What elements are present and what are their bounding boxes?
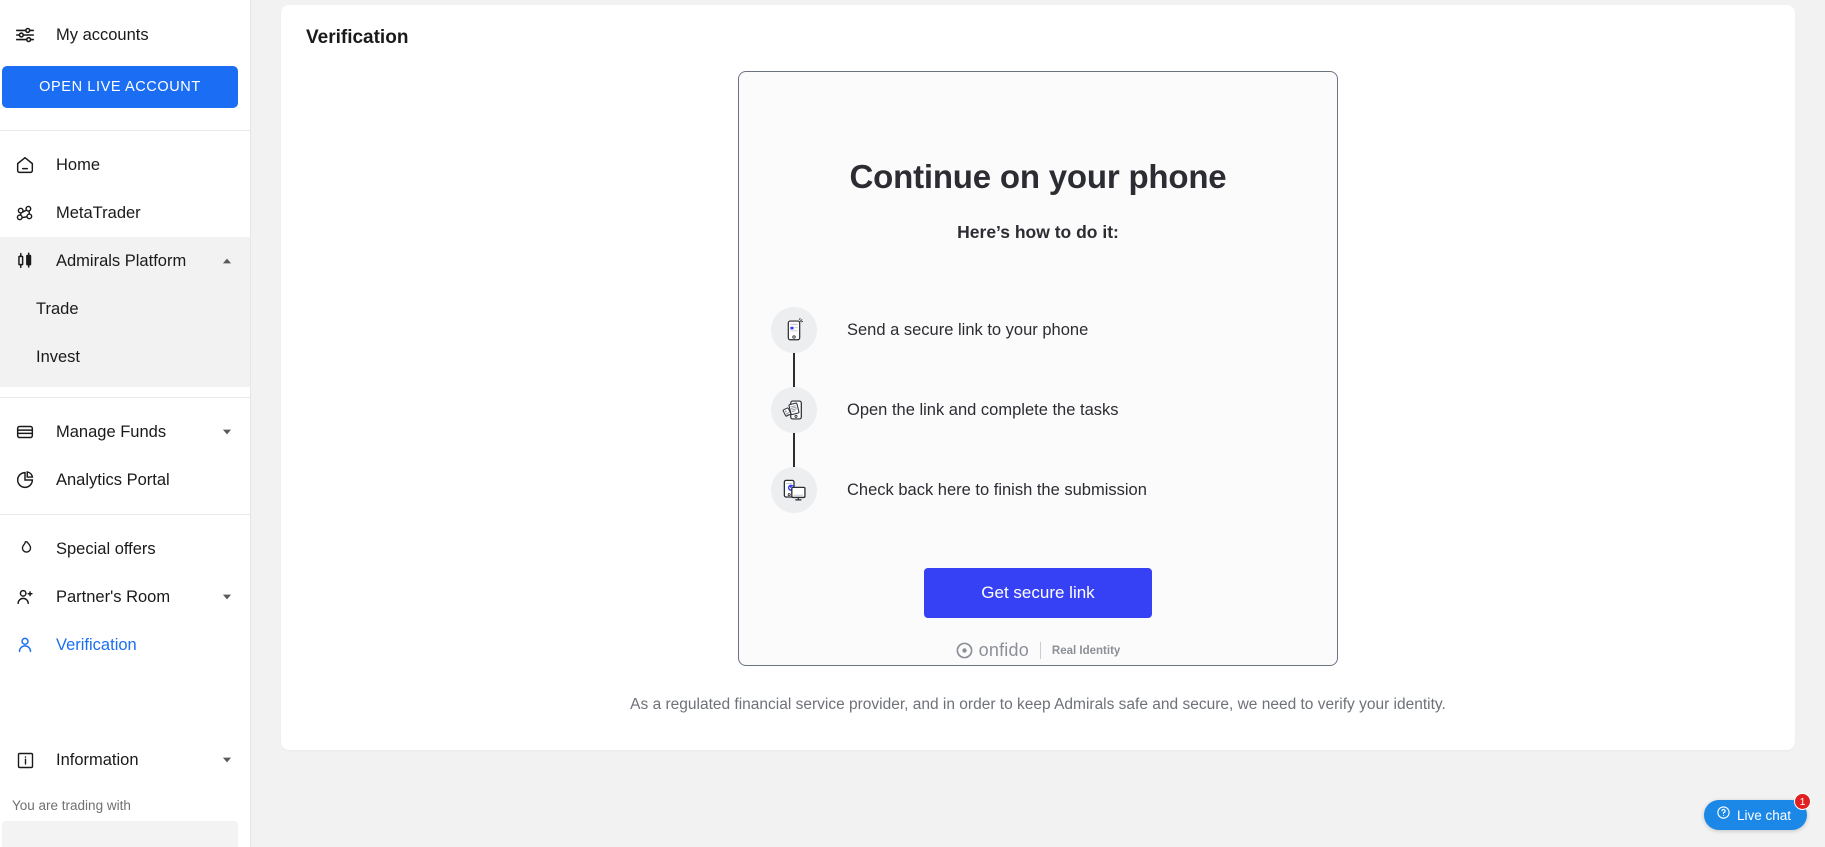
step-text: Open the link and complete the tasks — [847, 400, 1119, 419]
trading-with-entity-box — [2, 821, 238, 847]
verification-footer-note: As a regulated financial service provide… — [630, 696, 1446, 713]
home-icon — [12, 152, 38, 178]
main-content: Verification Continue on your phone Here… — [251, 0, 1825, 847]
flame-icon — [12, 536, 38, 562]
sidebar-item-invest[interactable]: Invest — [0, 333, 250, 381]
sidebar-item-manage-funds-label: Manage Funds — [56, 422, 167, 441]
sidebar-item-special-offers[interactable]: Special offers — [0, 525, 250, 573]
verification-panel: Verification Continue on your phone Here… — [281, 5, 1795, 750]
sidebar-nav-secondary: Manage Funds Analytics Portal — [0, 398, 250, 514]
step-connector-1 — [793, 351, 795, 389]
step-item: Open the link and complete the tasks — [763, 370, 1337, 450]
pie-chart-icon — [12, 467, 38, 493]
sidebar-item-home-label: Home — [56, 155, 101, 174]
wallet-icon — [12, 419, 38, 445]
sidebar-item-analytics-portal-label: Analytics Portal — [56, 470, 170, 489]
continue-on-phone-card: Continue on your phone Here’s how to do … — [738, 71, 1338, 666]
trading-with-label: You are trading with — [12, 798, 131, 813]
page-title: Verification — [306, 27, 409, 48]
live-chat-badge: 1 — [1794, 793, 1811, 810]
sidebar-item-analytics-portal[interactable]: Analytics Portal — [0, 456, 250, 504]
sidebar-item-partners-room[interactable]: Partner's Room — [0, 573, 250, 621]
sidebar-nav-primary: Home MetaTrader Admirals Platform Trade … — [0, 131, 250, 397]
step-item: Check back here to finish the submission — [763, 450, 1337, 530]
sidebar-item-manage-funds[interactable]: Manage Funds — [0, 408, 250, 456]
onfido-tagline: Real Identity — [1051, 644, 1121, 657]
sidebar-item-admirals-platform[interactable]: Admirals Platform — [0, 237, 250, 285]
open-live-account-button[interactable]: OPEN LIVE ACCOUNT — [2, 66, 238, 108]
phone-link-icon — [771, 307, 817, 353]
verification-card-area: Continue on your phone Here’s how to do … — [281, 49, 1795, 666]
my-accounts-label: My accounts — [56, 25, 149, 44]
onfido-wordmark: onfido — [978, 640, 1029, 660]
phone-desktop-check-icon — [771, 467, 817, 513]
sidebar-item-admirals-platform-label: Admirals Platform — [56, 251, 187, 270]
sidebar-item-metatrader[interactable]: MetaTrader — [0, 189, 250, 237]
sidebar: My accounts OPEN LIVE ACCOUNT Home MetaT… — [0, 0, 251, 847]
sliders-icon — [12, 22, 38, 48]
candlestick-icon — [12, 248, 38, 274]
live-chat-label: Live chat — [1736, 807, 1791, 823]
sidebar-item-information[interactable]: Information — [0, 736, 250, 784]
onfido-divider — [1039, 642, 1041, 659]
onfido-logo-icon: onfido — [956, 640, 1029, 661]
step-text: Send a secure link to your phone — [847, 320, 1089, 339]
sidebar-item-information-label: Information — [56, 750, 139, 769]
step-text: Check back here to finish the submission — [847, 480, 1147, 499]
sidebar-item-special-offers-label: Special offers — [56, 539, 156, 558]
sidebar-item-metatrader-label: MetaTrader — [56, 203, 141, 222]
sidebar-submenu-admirals-platform: Trade Invest — [0, 285, 250, 387]
chevron-down-icon[interactable] — [220, 590, 234, 604]
metatrader-icon — [12, 200, 38, 226]
get-secure-link-button[interactable]: Get secure link — [924, 568, 1152, 618]
chevron-down-icon[interactable] — [220, 753, 234, 767]
card-heading: Continue on your phone — [849, 158, 1227, 195]
step-connector-2 — [793, 431, 795, 469]
live-chat-button[interactable]: Live chat 1 — [1703, 793, 1811, 830]
sidebar-item-home[interactable]: Home — [0, 141, 250, 189]
my-accounts-item[interactable]: My accounts — [0, 0, 250, 66]
user-plus-icon — [12, 584, 38, 610]
get-secure-link-wrap: Get secure link — [924, 568, 1152, 618]
sidebar-item-trade[interactable]: Trade — [0, 285, 250, 333]
steps-list: Send a secure link to your phone Open th… — [739, 290, 1337, 530]
info-box-icon — [12, 747, 38, 773]
sidebar-item-verification[interactable]: Verification — [0, 621, 250, 669]
open-live-account-wrap: OPEN LIVE ACCOUNT — [0, 66, 250, 130]
sidebar-footer: Information You are trading with — [0, 736, 250, 847]
chevron-down-icon[interactable] — [220, 425, 234, 439]
sidebar-header: My accounts OPEN LIVE ACCOUNT — [0, 0, 250, 130]
step-item: Send a secure link to your phone — [763, 290, 1337, 370]
sidebar-item-partners-room-label: Partner's Room — [56, 587, 171, 606]
question-circle-icon — [1716, 805, 1731, 825]
app-root: My accounts OPEN LIVE ACCOUNT Home MetaT… — [0, 0, 1825, 847]
onfido-branding: onfido Real Identity — [956, 640, 1121, 661]
user-icon — [12, 632, 38, 658]
chevron-up-icon[interactable] — [220, 254, 234, 268]
sidebar-nav-tertiary: Special offers Partner's Room Verificati… — [0, 515, 250, 679]
phone-documents-icon — [771, 387, 817, 433]
card-subheading: Here’s how to do it: — [957, 222, 1119, 242]
sidebar-item-verification-label: Verification — [56, 635, 137, 654]
